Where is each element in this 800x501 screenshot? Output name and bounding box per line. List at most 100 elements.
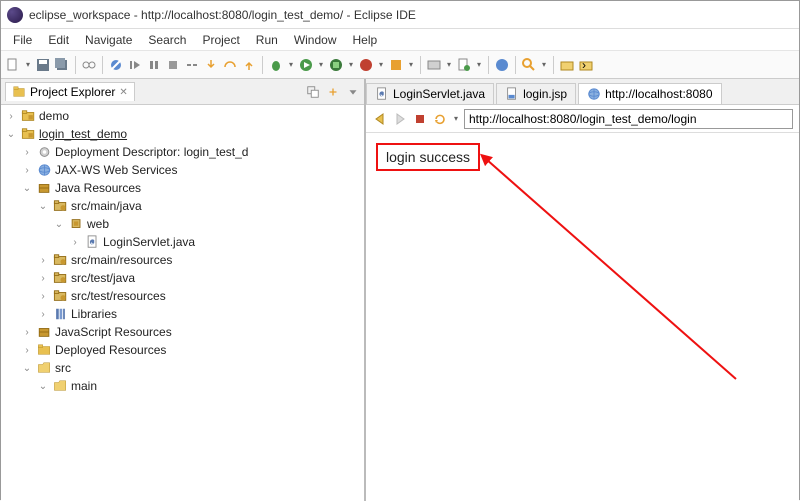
terminate-icon[interactable] <box>165 57 181 73</box>
coverage-icon[interactable] <box>328 57 344 73</box>
expand-icon[interactable]: › <box>37 255 49 266</box>
collapse-all-icon[interactable] <box>306 85 320 99</box>
java-icon <box>84 235 100 249</box>
srcf-icon <box>52 289 68 303</box>
open-type-icon[interactable] <box>494 57 510 73</box>
project-tree[interactable]: ›demo⌄login_test_demo›Deployment Descrip… <box>1 105 364 501</box>
tree-item-label: src/test/resources <box>71 289 166 303</box>
step-return-icon[interactable] <box>241 57 257 73</box>
tree-item[interactable]: ›demo <box>1 107 364 125</box>
menu-run[interactable]: Run <box>248 31 286 49</box>
tree-item[interactable]: ⌄Java Resources <box>1 179 364 197</box>
back-icon[interactable] <box>372 111 388 127</box>
external-tools-icon[interactable] <box>388 57 404 73</box>
debug-dropdown-icon[interactable]: ▾ <box>287 57 295 73</box>
collapse-icon[interactable]: ⌄ <box>21 183 33 194</box>
eclipse-logo-icon <box>7 7 23 23</box>
link-icon[interactable] <box>81 57 97 73</box>
forward-icon[interactable] <box>392 111 408 127</box>
editor-tab[interactable]: LoginServlet.java <box>366 83 494 104</box>
save-icon[interactable] <box>35 57 51 73</box>
tree-item[interactable]: ›JavaScript Resources <box>1 323 364 341</box>
refresh-icon[interactable] <box>432 111 448 127</box>
run-last-icon[interactable] <box>358 57 374 73</box>
browser-address-bar: ▾ <box>366 105 799 133</box>
menu-help[interactable]: Help <box>345 31 386 49</box>
expand-icon[interactable]: › <box>21 345 33 356</box>
tree-item[interactable]: ›src/main/resources <box>1 251 364 269</box>
save-all-icon[interactable] <box>54 57 70 73</box>
tree-item[interactable]: › Deployed Resources <box>1 341 364 359</box>
tree-item[interactable]: ›Deployment Descriptor: login_test_d <box>1 143 364 161</box>
tree-item[interactable]: ›Libraries <box>1 305 364 323</box>
tree-item[interactable]: ⌄ src <box>1 359 364 377</box>
editor-tab-label: http://localhost:8080 <box>605 87 712 101</box>
new-dropdown-icon[interactable]: ▾ <box>24 57 32 73</box>
open-resource-icon[interactable]: › <box>578 57 594 73</box>
expand-icon[interactable]: › <box>5 111 17 122</box>
close-icon[interactable]: ✕ <box>119 87 127 98</box>
tree-item[interactable]: › src/test/resources <box>1 287 364 305</box>
expand-icon[interactable]: › <box>69 237 81 248</box>
menu-navigate[interactable]: Navigate <box>77 31 140 49</box>
tree-item[interactable]: ⌄src/main/java <box>1 197 364 215</box>
tree-item[interactable]: ›LoginServlet.java <box>1 233 364 251</box>
open-task-icon[interactable] <box>559 57 575 73</box>
tree-item-label: src <box>55 361 71 375</box>
menu-project[interactable]: Project <box>194 31 247 49</box>
pkg2-icon <box>68 217 84 231</box>
view-menu-icon[interactable] <box>346 85 360 99</box>
tree-item[interactable]: ›src/test/java <box>1 269 364 287</box>
expand-icon[interactable]: › <box>21 165 33 176</box>
run-dropdown-icon[interactable]: ▾ <box>317 57 325 73</box>
globe-icon <box>587 87 601 101</box>
tree-item[interactable]: ›JAX-WS Web Services <box>1 161 364 179</box>
server-dropdown-icon[interactable]: ▾ <box>445 57 453 73</box>
proj-icon <box>20 109 36 123</box>
run-last-dropdown-icon[interactable]: ▾ <box>377 57 385 73</box>
tree-item[interactable]: ⌄main <box>1 377 364 395</box>
tree-item-label: Deployed Resources <box>55 343 166 357</box>
editor-tab[interactable]: login.jsp <box>496 83 576 104</box>
link-editor-icon[interactable] <box>326 85 340 99</box>
skip-breakpoints-icon[interactable] <box>108 57 124 73</box>
editor-tab[interactable]: http://localhost:8080 <box>578 83 721 104</box>
search-icon[interactable] <box>521 57 537 73</box>
menu-search[interactable]: Search <box>140 31 194 49</box>
new-server-dropdown-icon[interactable]: ▾ <box>475 57 483 73</box>
search-dropdown-icon[interactable]: ▾ <box>540 57 548 73</box>
expand-icon[interactable]: › <box>37 291 49 302</box>
collapse-icon[interactable]: ⌄ <box>53 219 65 230</box>
run-icon[interactable] <box>298 57 314 73</box>
tree-item[interactable]: ⌄login_test_demo <box>1 125 364 143</box>
expand-icon[interactable]: › <box>37 273 49 284</box>
new-icon[interactable] <box>5 57 21 73</box>
disconnect-icon[interactable] <box>184 57 200 73</box>
coverage-dropdown-icon[interactable]: ▾ <box>347 57 355 73</box>
step-into-icon[interactable] <box>203 57 219 73</box>
title-bar: eclipse_workspace - http://localhost:808… <box>1 1 799 29</box>
step-over-icon[interactable] <box>222 57 238 73</box>
collapse-icon[interactable]: ⌄ <box>37 381 49 392</box>
project-explorer-tab[interactable]: Project Explorer ✕ <box>5 82 135 101</box>
external-tools-dropdown-icon[interactable]: ▾ <box>407 57 415 73</box>
expand-icon[interactable]: › <box>37 309 49 320</box>
debug-icon[interactable] <box>268 57 284 73</box>
expand-icon[interactable]: › <box>21 327 33 338</box>
menu-edit[interactable]: Edit <box>40 31 77 49</box>
collapse-icon[interactable]: ⌄ <box>21 363 33 374</box>
stop-icon[interactable] <box>412 111 428 127</box>
suspend-icon[interactable] <box>146 57 162 73</box>
collapse-icon[interactable]: ⌄ <box>5 129 17 140</box>
resume-icon[interactable] <box>127 57 143 73</box>
collapse-icon[interactable]: ⌄ <box>37 201 49 212</box>
tree-item[interactable]: ⌄web <box>1 215 364 233</box>
menu-window[interactable]: Window <box>286 31 345 49</box>
url-input[interactable] <box>464 109 793 129</box>
menu-file[interactable]: File <box>5 31 40 49</box>
new-server-icon[interactable] <box>456 57 472 73</box>
editor-tab-label: login.jsp <box>523 87 567 101</box>
expand-icon[interactable]: › <box>21 147 33 158</box>
url-history-dropdown-icon[interactable]: ▾ <box>452 111 460 127</box>
server-icon[interactable] <box>426 57 442 73</box>
